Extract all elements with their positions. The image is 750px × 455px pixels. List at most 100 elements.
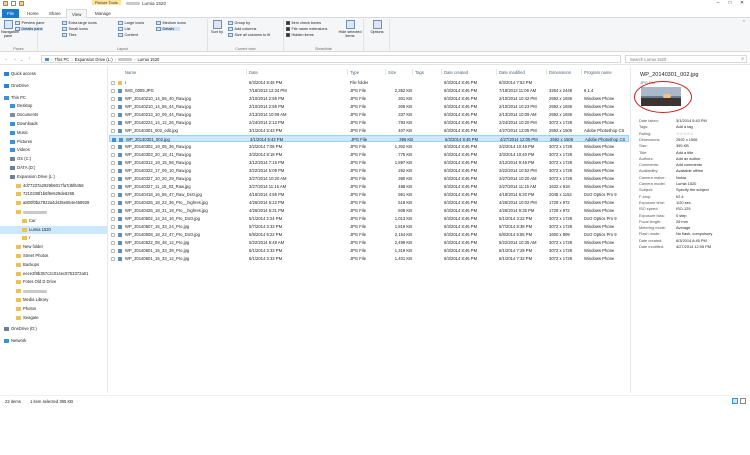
nav-item[interactable]: Street Photos xyxy=(0,252,107,260)
options-button[interactable]: Options xyxy=(366,20,388,34)
column-header-name[interactable]: Name xyxy=(125,70,136,75)
layout-tiles[interactable]: Tiles xyxy=(62,33,76,37)
tab-file[interactable]: File xyxy=(2,9,20,18)
maximize-button[interactable]: □ xyxy=(724,0,736,7)
property-value[interactable]: f/2.4 xyxy=(676,194,684,199)
file-row[interactable]: WP_20140303_20_18_41_Raw.jpg 3/3/2014 8:1… xyxy=(109,151,629,158)
row-checkbox[interactable] xyxy=(111,120,115,125)
property-value[interactable]: 6/3/2014 8:45 PM xyxy=(676,238,707,243)
file-row[interactable]: WP_20140302_19_05_36_Raw.jpg 3/2/2014 7:0… xyxy=(109,143,629,150)
breadcrumb-redacted[interactable] xyxy=(118,57,133,61)
file-row[interactable]: WP_20140507_15_33_24_Pro.jpg 5/7/2014 3:3… xyxy=(109,223,629,230)
property-value[interactable]: 4/27/2014 12:05 PM xyxy=(676,244,711,249)
layout-details[interactable]: Details xyxy=(156,27,181,31)
nav-item[interactable]: This PC xyxy=(0,94,107,102)
property-value[interactable]: 0 step xyxy=(676,213,687,218)
tab-manage[interactable]: Manage xyxy=(90,9,116,18)
forward-arrow-icon[interactable]: → xyxy=(12,56,17,62)
row-checkbox[interactable] xyxy=(111,208,115,213)
new-folder-icon[interactable] xyxy=(19,1,24,6)
back-arrow-icon[interactable]: ← xyxy=(4,56,9,62)
nav-item[interactable]: Quick access xyxy=(0,70,107,78)
property-value[interactable]: Average xyxy=(676,225,690,230)
hidden-items-toggle[interactable]: Hidden items xyxy=(286,33,314,37)
nav-item[interactable]: r xyxy=(0,234,107,242)
row-checkbox[interactable] xyxy=(111,128,115,133)
breadcrumb-lumia-1520[interactable]: Lumia 1520 xyxy=(137,57,159,62)
layout-extra-large-icons[interactable]: Extra large icons xyxy=(62,21,97,25)
close-button[interactable]: ✕ xyxy=(736,0,748,7)
file-row[interactable]: IMG_0009.JPG 7/18/2013 12:34 PM JPG File 2,… xyxy=(109,87,629,94)
file-row[interactable]: WP_20140426_18_22_36_Pro__highres.jpg 4/2… xyxy=(109,199,629,206)
nav-item[interactable]: Media Library xyxy=(0,296,107,304)
property-value[interactable]: Available offline xyxy=(676,168,703,173)
nav-item[interactable]: OneDrive xyxy=(0,82,107,90)
column-header-dimensions[interactable]: Dimensions xyxy=(549,70,571,75)
property-value[interactable]: Add a tag xyxy=(676,124,693,129)
column-header-tags[interactable]: Tags xyxy=(415,70,424,75)
row-checkbox[interactable] xyxy=(111,256,115,261)
row-checkbox[interactable] xyxy=(111,216,115,221)
nav-item[interactable]: OS (C:) xyxy=(0,155,107,163)
nav-item[interactable]: Car xyxy=(0,217,107,225)
row-checkbox[interactable] xyxy=(111,144,115,149)
nav-item[interactable]: Desktop xyxy=(0,102,107,110)
minimize-button[interactable]: – xyxy=(712,0,724,7)
file-row[interactable]: WP_20140327_11_15_03_Raw.jpg 3/27/2014 11… xyxy=(109,183,629,190)
file-row[interactable]: WP_20140426_18_31_18_Pro__highres.jpg 4/2… xyxy=(109,207,629,214)
nav-item[interactable]: Documents xyxy=(0,111,107,119)
file-row[interactable]: WP_20140601_15_33_12_Pro.jpg 6/1/2014 3:3… xyxy=(109,255,629,262)
property-value[interactable]: 1/20 sec. xyxy=(676,200,692,205)
nav-item[interactable]: Expansion Drive (L:) xyxy=(0,173,107,181)
row-checkbox[interactable] xyxy=(111,160,115,165)
file-row[interactable]: WP_20140418_16_55_47_Raw_DxO.jpg 4/18/201… xyxy=(109,191,629,198)
layout-small-icons[interactable]: Small icons xyxy=(62,27,88,31)
group-by-button[interactable]: Group by xyxy=(228,21,250,25)
nav-item[interactable]: DATA (D:) xyxy=(0,164,107,172)
row-checkbox[interactable] xyxy=(111,96,115,101)
nav-item[interactable]: 4d77237a2929b6017fa7d5f6456 xyxy=(0,182,107,190)
up-arrow-icon[interactable]: ↑ xyxy=(28,56,31,62)
row-checkbox[interactable] xyxy=(111,104,115,109)
sort-by-button[interactable]: Sort by xyxy=(209,20,225,34)
row-checkbox[interactable] xyxy=(111,112,115,117)
size-columns-button[interactable]: Size all columns to fit xyxy=(228,33,270,37)
file-row[interactable]: WP_20140327_10_20_29_Raw.jpg 3/27/2014 10… xyxy=(109,175,629,182)
row-checkbox[interactable] xyxy=(111,240,115,245)
nav-item[interactable]: Lumia 1520 xyxy=(0,225,107,234)
layout-list[interactable]: List xyxy=(118,27,130,31)
nav-item[interactable] xyxy=(0,208,107,216)
file-row[interactable]: WP_20140502_14_24_16_Pro_DxO.jpg 5/1/2014… xyxy=(109,215,629,222)
nav-item[interactable]: Seagate xyxy=(0,314,107,322)
row-checkbox[interactable] xyxy=(111,248,115,253)
layout-content[interactable]: Content xyxy=(118,33,138,37)
nav-item[interactable]: Videos xyxy=(0,146,107,154)
ribbon-collapse-icon[interactable]: ⌃ xyxy=(742,20,746,26)
row-checkbox[interactable] xyxy=(111,200,115,205)
folder-icon[interactable] xyxy=(3,1,8,6)
nav-item[interactable]: Fotos Old D Drive xyxy=(0,278,107,286)
recent-locations-icon[interactable]: ⌄ xyxy=(20,57,23,62)
file-name-extensions-toggle[interactable]: File name extensions xyxy=(286,27,327,31)
property-value[interactable]: 3/1/2014 5:43 PM xyxy=(676,118,707,123)
row-checkbox[interactable] xyxy=(111,88,115,93)
file-row[interactable]: WP_20140312_19_15_56_Raw.jpg 3/12/2014 7:… xyxy=(109,159,629,166)
nav-item[interactable]: Photos xyxy=(0,305,107,313)
nav-item[interactable]: Network xyxy=(0,337,107,345)
large-icons-view-icon[interactable] xyxy=(740,398,746,404)
property-value[interactable]: Specify the subject xyxy=(676,187,709,192)
property-value[interactable]: Lumia 1520 xyxy=(676,181,696,186)
property-value[interactable]: Add a title xyxy=(676,150,693,155)
file-row[interactable]: WP_20140213_10_09_44_Raw.jpg 2/13/2014 10… xyxy=(109,111,629,118)
row-checkbox[interactable] xyxy=(111,152,115,157)
file-row[interactable]: WP_20140601_15_33_39_Pro.jpg 6/1/2014 3:3… xyxy=(109,247,629,254)
property-value[interactable]: No flash, compulsory xyxy=(676,231,712,236)
property-value[interactable]: Nokia xyxy=(676,175,686,180)
row-checkbox[interactable] xyxy=(111,80,115,85)
property-value[interactable]: 26 mm xyxy=(676,219,688,224)
nav-item[interactable]: Pictures xyxy=(0,138,107,146)
layout-large-icons[interactable]: Large icons xyxy=(118,21,144,25)
nav-item[interactable]: Backups xyxy=(0,261,107,269)
nav-item[interactable]: OneDrive (D:) xyxy=(0,325,107,333)
hide-selected-items-button[interactable]: Hide selected items xyxy=(338,20,362,38)
